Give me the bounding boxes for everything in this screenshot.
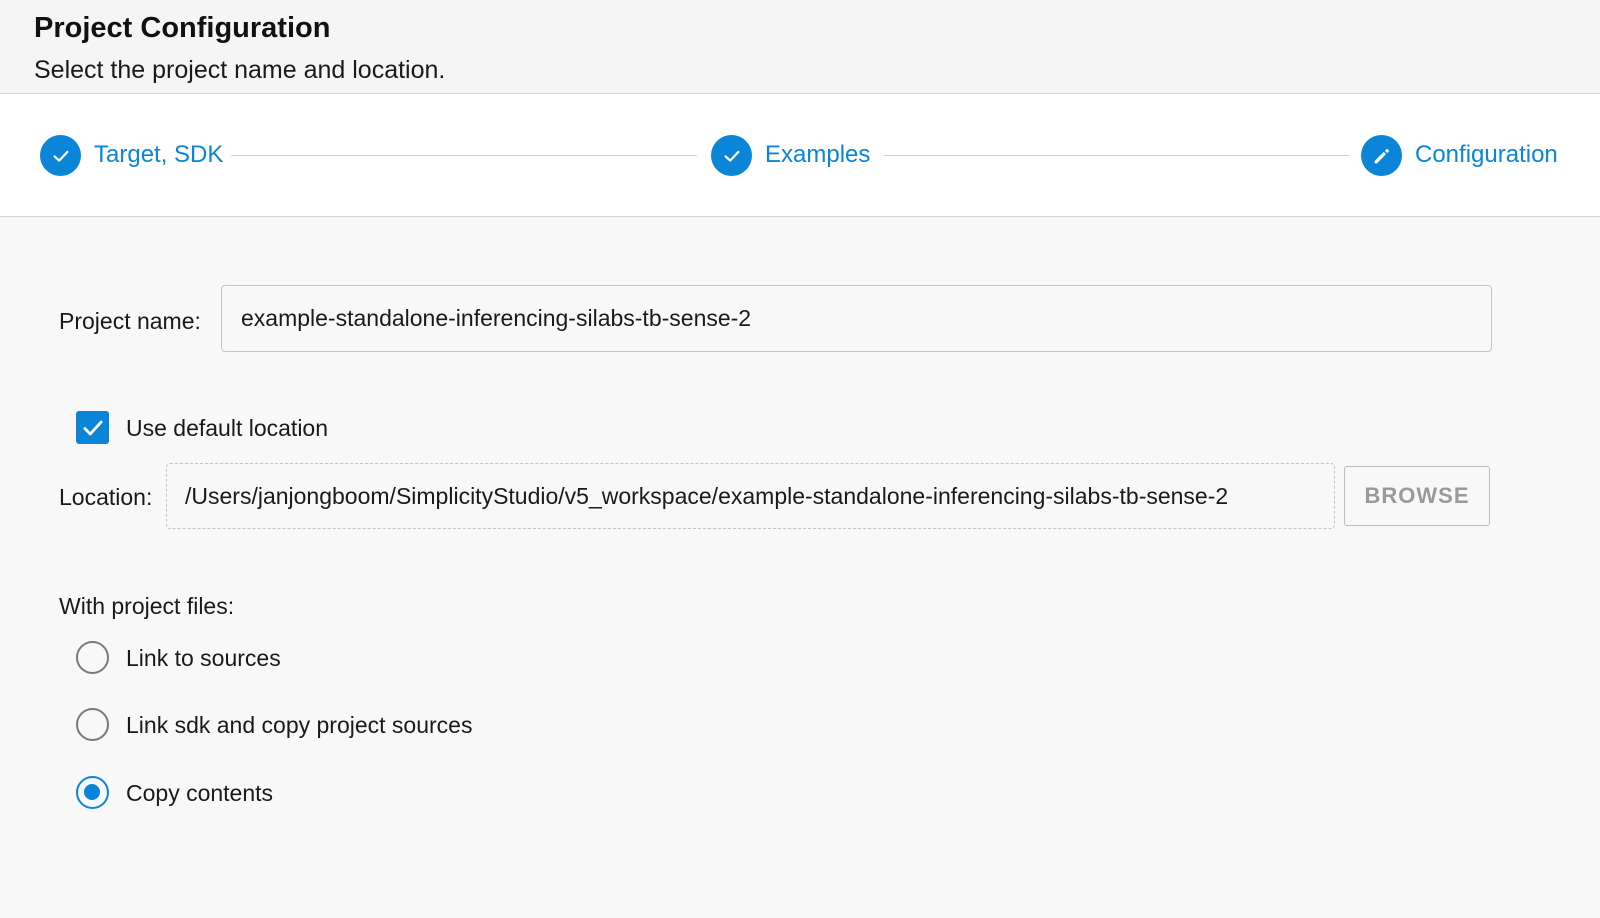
radio-copy-contents-label[interactable]: Copy contents [126,780,273,807]
radio-link-to-sources-label[interactable]: Link to sources [126,645,281,672]
pencil-icon [1374,148,1389,163]
radio-copy-contents[interactable] [76,776,109,809]
step-connector [884,155,1349,156]
radio-selected-dot [84,784,100,800]
step-connector [231,155,697,156]
wizard-stepper: Target, SDK Examples Configuration [0,94,1600,217]
step-target-sdk-label[interactable]: Target, SDK [94,141,223,169]
radio-link-sdk-copy-sources[interactable] [76,708,109,741]
use-default-location-checkbox[interactable] [76,411,109,444]
browse-button: BROWSE [1344,466,1490,526]
project-name-label: Project name: [59,308,201,334]
project-files-label: With project files: [59,593,235,619]
location-input [166,463,1335,529]
radio-link-to-sources[interactable] [76,641,109,674]
check-icon [723,150,740,162]
radio-link-sdk-copy-sources-label[interactable]: Link sdk and copy project sources [126,712,472,739]
location-label: Location: [59,484,153,510]
step-configuration-label[interactable]: Configuration [1415,141,1558,169]
page-title: Project Configuration [34,12,331,44]
step-examples-label[interactable]: Examples [765,141,870,169]
page-header: Project Configuration Select the project… [0,0,1600,94]
use-default-location-label[interactable]: Use default location [126,415,328,442]
step-configuration-icon[interactable] [1361,135,1402,176]
page-subtitle: Select the project name and location. [34,56,446,84]
project-name-input[interactable] [221,285,1492,352]
check-icon [52,150,69,162]
check-icon [82,420,103,435]
step-target-sdk-icon[interactable] [40,135,81,176]
step-examples-icon[interactable] [711,135,752,176]
